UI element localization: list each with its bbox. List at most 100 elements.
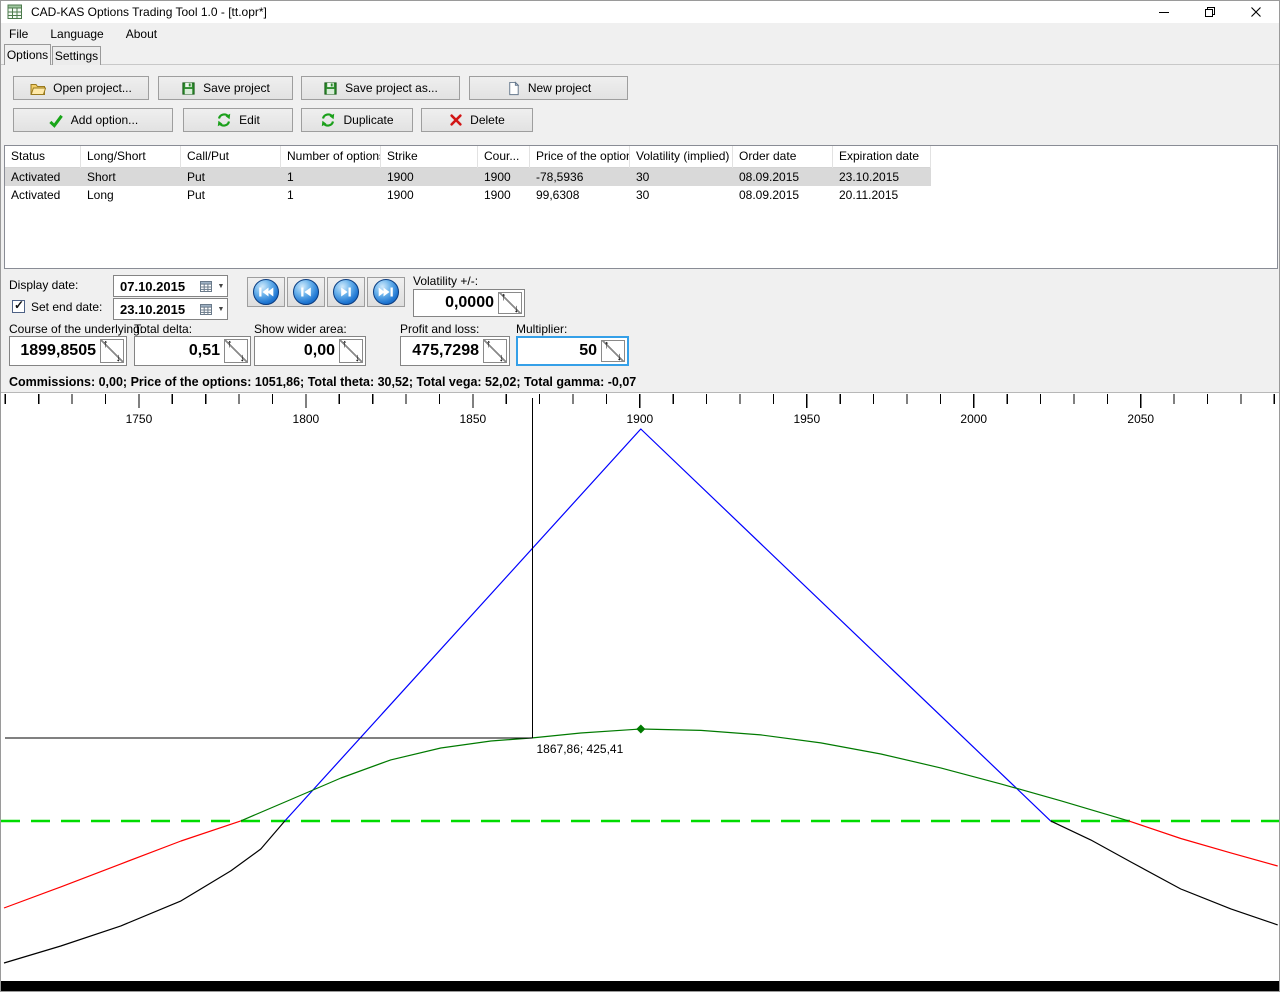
delete-button[interactable]: Delete — [421, 108, 533, 132]
table-cell: 1900 — [381, 168, 478, 186]
strike-marker-diamond — [636, 724, 645, 733]
profit-and-loss-input[interactable]: 475,7298 — [400, 336, 510, 366]
value-at-display-date-segment — [241, 729, 1129, 821]
window-title: CAD-KAS Options Trading Tool 1.0 - [tt.o… — [31, 5, 267, 19]
nav-previous-button[interactable] — [287, 277, 325, 307]
button-label: Add option... — [71, 113, 138, 127]
button-label: Duplicate — [343, 113, 393, 127]
payoff-chart[interactable]: 17501800185019001950200020501867,86; 425… — [1, 392, 1280, 981]
column-header[interactable]: Number of options — [281, 146, 381, 168]
duplicate-button[interactable]: Duplicate — [301, 108, 413, 132]
spinner-up-down[interactable] — [339, 339, 363, 363]
table-cell: 23.10.2015 — [833, 168, 931, 186]
nav-next-button[interactable] — [327, 277, 365, 307]
volatility-value: 0,0000 — [418, 290, 494, 316]
multiplier-label: Multiplier: — [516, 322, 567, 336]
minimize-button[interactable] — [1141, 1, 1187, 23]
skip-to-start-icon — [253, 279, 279, 305]
end-date-picker[interactable]: 23.10.2015 — [113, 298, 228, 320]
table-row[interactable]: ActivatedLongPut11900190099,63083008.09.… — [5, 186, 931, 204]
column-header[interactable]: Cour... — [478, 146, 530, 168]
nav-first-button[interactable] — [247, 277, 285, 307]
tab-divider — [1, 64, 1279, 65]
table-cell: 08.09.2015 — [733, 186, 833, 204]
spinner-up-down[interactable] — [224, 339, 248, 363]
menu-file[interactable]: File — [1, 25, 36, 43]
course-label: Course of the underlying: — [9, 322, 143, 336]
skip-to-end-icon — [373, 279, 399, 305]
show-wider-area-input[interactable]: 0,00 — [254, 336, 366, 366]
table-cell: Put — [181, 186, 281, 204]
volatility-input[interactable]: 0,0000 — [413, 289, 525, 317]
spinner-up-down[interactable] — [100, 339, 124, 363]
total-delta-input[interactable]: 0,51 — [134, 336, 251, 366]
table-cell: Long — [81, 186, 181, 204]
show-wider-area-label: Show wider area: — [254, 322, 347, 336]
open-folder-icon — [30, 81, 46, 96]
green-refresh-icon — [216, 112, 232, 128]
table-cell: 1 — [281, 168, 381, 186]
x-axis-tick-label: 2000 — [960, 412, 987, 426]
table-cell: 1 — [281, 186, 381, 204]
table-cell: -78,5936 — [530, 168, 630, 186]
button-label: Save project as... — [345, 81, 438, 95]
calendar-icon — [200, 280, 212, 292]
open-project-button[interactable]: Open project... — [13, 76, 149, 100]
x-axis-tick-label: 2050 — [1127, 412, 1154, 426]
course-input[interactable]: 1899,8505 — [9, 336, 127, 366]
tab-settings[interactable]: Settings — [52, 46, 101, 65]
add-option-button[interactable]: Add option... — [13, 108, 173, 132]
red-x-icon — [449, 113, 463, 127]
column-header[interactable]: Volatility (implied) — [630, 146, 733, 168]
table-cell: 1900 — [381, 186, 478, 204]
save-floppy-icon — [181, 81, 196, 96]
menu-about[interactable]: About — [118, 25, 165, 43]
x-axis-tick-label: 1900 — [626, 412, 653, 426]
set-end-date-checkbox[interactable] — [12, 300, 25, 313]
close-icon — [1250, 6, 1262, 18]
table-header: StatusLong/ShortCall/PutNumber of option… — [5, 146, 931, 168]
save-project-as-button[interactable]: Save project as... — [301, 76, 460, 100]
column-header[interactable]: Price of the option — [530, 146, 630, 168]
display-date-value: 07.10.2015 — [114, 279, 200, 294]
multiplier-input[interactable]: 50 — [516, 336, 629, 366]
table-cell: 1900 — [478, 168, 530, 186]
chevron-down-icon[interactable] — [215, 306, 227, 313]
spinner-up-down[interactable] — [601, 340, 625, 362]
options-table: StatusLong/ShortCall/PutNumber of option… — [4, 145, 1278, 269]
value-at-end-date-segment — [1051, 821, 1278, 925]
profit-and-loss-value: 475,7298 — [405, 337, 479, 365]
table-row[interactable]: ActivatedShortPut119001900-78,59363008.0… — [5, 168, 931, 186]
tab-options[interactable]: Options — [4, 44, 51, 65]
spinner-up-down[interactable] — [483, 339, 507, 363]
save-project-button[interactable]: Save project — [158, 76, 293, 100]
column-header[interactable]: Strike — [381, 146, 478, 168]
total-delta-label: Total delta: — [134, 322, 192, 336]
spinner-up-down[interactable] — [498, 292, 522, 314]
column-header[interactable]: Status — [5, 146, 81, 168]
chevron-down-icon[interactable] — [215, 283, 227, 290]
table-cell: 1900 — [478, 186, 530, 204]
column-header[interactable]: Call/Put — [181, 146, 281, 168]
button-label: Delete — [470, 113, 505, 127]
green-refresh-icon — [320, 112, 336, 128]
menu-language[interactable]: Language — [42, 25, 111, 43]
table-cell: Put — [181, 168, 281, 186]
nav-last-button[interactable] — [367, 277, 405, 307]
edit-button[interactable]: Edit — [183, 108, 293, 132]
restore-icon — [1204, 6, 1216, 18]
save-floppy-icon — [323, 81, 338, 96]
profit-and-loss-label: Profit and loss: — [400, 322, 479, 336]
table-cell: 08.09.2015 — [733, 168, 833, 186]
close-button[interactable] — [1233, 1, 1279, 23]
restore-button[interactable] — [1187, 1, 1233, 23]
column-header[interactable]: Long/Short — [81, 146, 181, 168]
column-header[interactable]: Order date — [733, 146, 833, 168]
set-end-date-label: Set end date: — [31, 300, 102, 314]
end-date-value: 23.10.2015 — [114, 302, 200, 317]
table-cell: 30 — [630, 186, 733, 204]
new-project-button[interactable]: New project — [469, 76, 628, 100]
column-header[interactable]: Expiration date — [833, 146, 931, 168]
display-date-picker[interactable]: 07.10.2015 — [113, 275, 228, 297]
x-axis-tick-label: 1750 — [126, 412, 153, 426]
